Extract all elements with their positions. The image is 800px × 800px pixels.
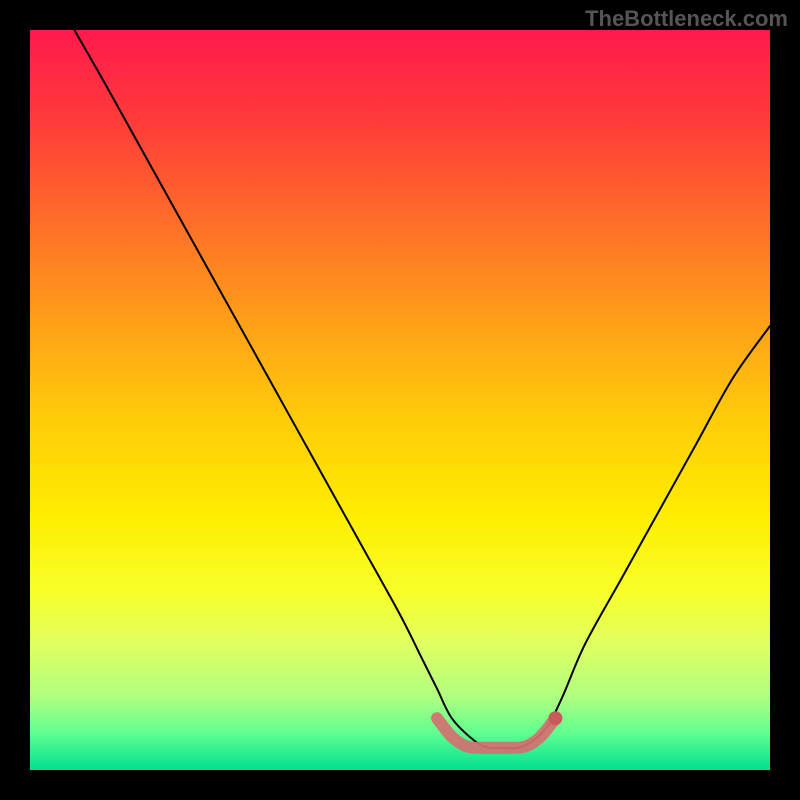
chart-plot-area — [30, 30, 770, 770]
watermark: TheBottleneck.com — [585, 6, 788, 32]
chart-svg — [30, 30, 770, 770]
flat-zone-end-dot — [548, 711, 562, 725]
bottleneck-curve — [74, 30, 770, 748]
flat-zone-line — [437, 718, 555, 748]
